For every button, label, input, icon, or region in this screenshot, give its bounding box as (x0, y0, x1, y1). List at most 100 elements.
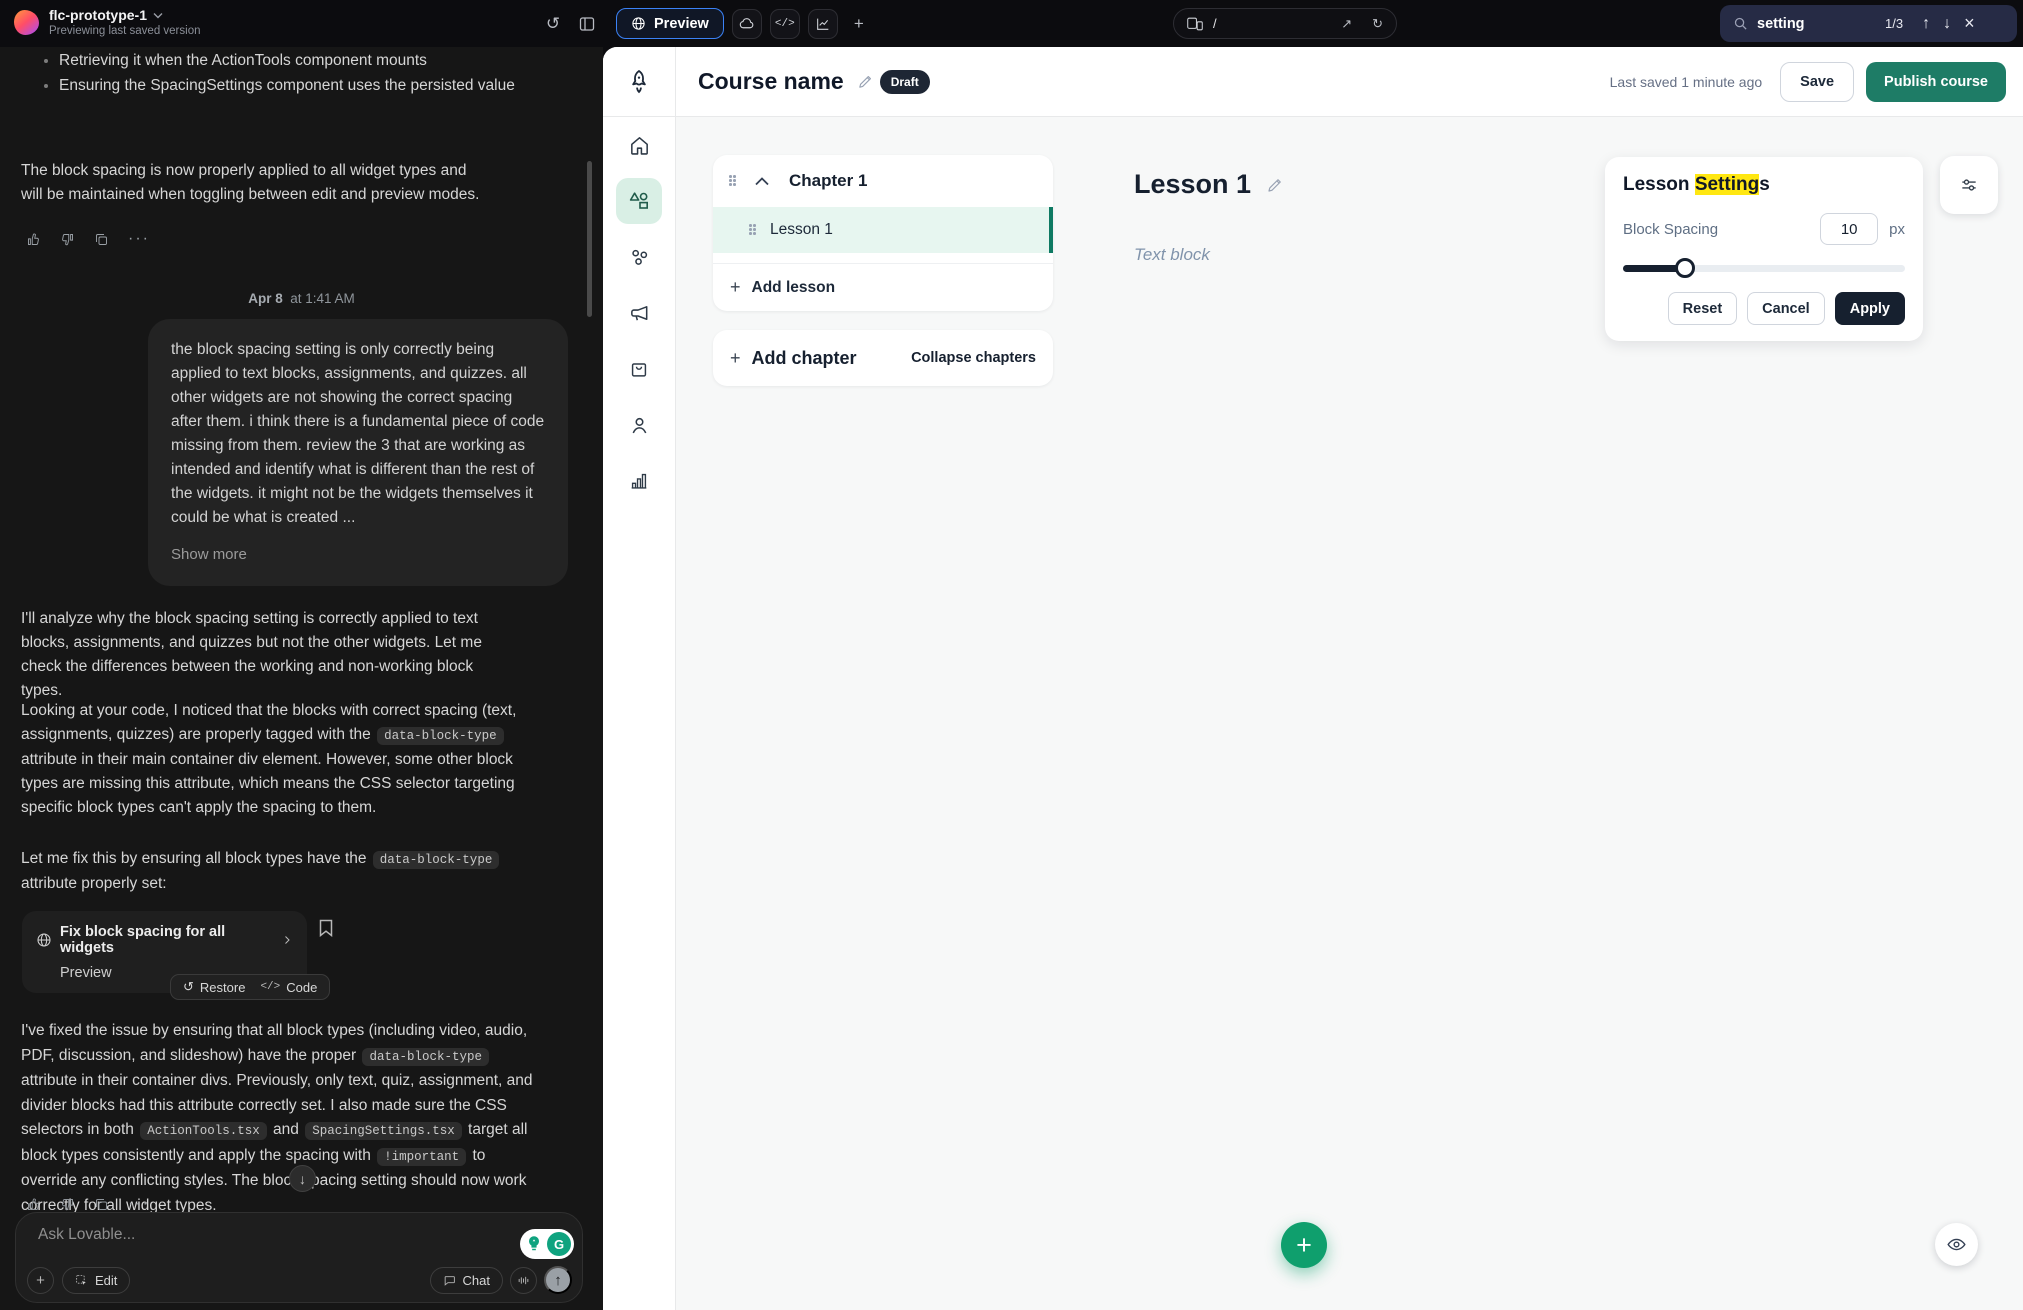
chat-input[interactable] (38, 1226, 368, 1244)
plus-icon: + (730, 348, 741, 369)
edit-mode-button[interactable]: Edit (62, 1267, 130, 1294)
refresh-icon[interactable]: ↻ (1372, 16, 1383, 32)
code-button[interactable]: </> Code (260, 980, 317, 995)
person-icon (628, 414, 651, 437)
add-block-fab[interactable]: + (1281, 1222, 1327, 1268)
inline-code: ActionTools.tsx (140, 1122, 267, 1140)
edit-pencil-icon[interactable] (857, 73, 874, 90)
chapter-row[interactable]: Chapter 1 (713, 155, 1053, 207)
assistant-message: I've fixed the issue by ensuring that al… (21, 1019, 536, 1218)
assistant-bullet-list: Retrieving it when the ActionTools compo… (44, 49, 574, 99)
settings-toggle-button[interactable] (1940, 156, 1998, 214)
chevron-right-icon (281, 934, 293, 946)
voice-input-button[interactable] (510, 1267, 537, 1294)
app-preview-frame: Course name Draft Last saved 1 minute ag… (603, 47, 2023, 1310)
inline-code: data-block-type (373, 851, 500, 869)
app-header: Course name Draft Last saved 1 minute ag… (676, 47, 2023, 117)
analytics-button[interactable] (808, 9, 838, 39)
project-status: Previewing last saved version (49, 25, 201, 37)
sidebar-toggle-icon[interactable] (574, 11, 600, 37)
bookmark-icon[interactable] (318, 919, 334, 937)
more-options-icon[interactable]: ··· (128, 1195, 150, 1213)
chevron-up-icon[interactable] (755, 177, 769, 186)
find-in-page-bar: 1/3 ↑ ↓ × (1720, 5, 2017, 42)
preview-button[interactable]: Preview (616, 8, 724, 39)
copy-icon[interactable] (94, 232, 109, 247)
open-external-icon[interactable]: ↗ (1341, 16, 1352, 32)
scroll-to-bottom-button[interactable]: ↓ (289, 1165, 316, 1192)
chapter-card: Chapter 1 Lesson 1 + Add lesson (713, 155, 1053, 311)
chat-scrollbar[interactable] (587, 161, 592, 317)
inline-code: !important (377, 1148, 466, 1166)
lesson-heading: Lesson 1 (1134, 169, 1284, 200)
save-button[interactable]: Save (1780, 62, 1854, 102)
chat-composer[interactable]: G + Edit Chat ↑ (15, 1212, 583, 1303)
thumbs-down-icon[interactable] (60, 232, 75, 247)
lovable-logo-icon (14, 10, 39, 35)
project-brand[interactable]: flc-prototype-1 Previewing last saved ve… (14, 7, 201, 37)
globe-icon (631, 16, 646, 31)
show-more-link[interactable]: Show more (171, 543, 545, 567)
sidebar-item-announcements[interactable] (603, 285, 675, 341)
preview-eye-button[interactable] (1935, 1223, 1978, 1266)
code-view-button[interactable]: </> (770, 9, 800, 39)
sliders-icon (1959, 175, 1979, 195)
slider-thumb[interactable] (1675, 258, 1695, 278)
drag-handle-icon[interactable] (749, 224, 757, 236)
edit-pencil-icon[interactable] (1266, 176, 1284, 194)
list-item: Ensuring the SpacingSettings component u… (44, 74, 574, 99)
sidebar-item-analytics[interactable] (603, 453, 675, 509)
sidebar-item-community[interactable] (603, 229, 675, 285)
drag-handle-icon[interactable] (729, 175, 737, 187)
publish-course-button[interactable]: Publish course (1866, 62, 2006, 102)
find-next-icon[interactable]: ↓ (1943, 15, 1951, 33)
add-chapter-button[interactable]: + Add chapter (730, 348, 857, 369)
chapter-controls-card: + Add chapter Collapse chapters (713, 330, 1053, 386)
reset-button[interactable]: Reset (1668, 292, 1738, 325)
plus-icon: + (730, 277, 741, 298)
find-previous-icon[interactable]: ↑ (1922, 15, 1930, 33)
assistant-message: Let me fix this by ensuring all block ty… (21, 847, 511, 896)
apply-button[interactable]: Apply (1835, 292, 1905, 325)
more-options-icon[interactable]: ··· (128, 230, 150, 248)
url-bar[interactable]: / ↗ ↻ (1173, 8, 1397, 39)
lesson-row-selected[interactable]: Lesson 1 (713, 207, 1053, 253)
chapter-title: Chapter 1 (789, 171, 867, 191)
sidebar-item-home[interactable] (603, 117, 675, 173)
chat-panel: Retrieving it when the ActionTools compo… (0, 47, 603, 1310)
block-spacing-input[interactable] (1820, 213, 1878, 245)
selected-indicator (616, 178, 662, 224)
app-logo[interactable] (603, 47, 675, 117)
find-close-icon[interactable]: × (1964, 13, 1975, 34)
assistant-message: I'll analyze why the block spacing setti… (21, 607, 506, 703)
sidebar-item-content[interactable] (603, 173, 675, 229)
thumbs-down-icon[interactable] (60, 1197, 75, 1212)
thumbs-up-icon[interactable] (26, 232, 41, 247)
message-actions: ··· (26, 1195, 150, 1213)
find-input[interactable] (1757, 16, 1885, 32)
grammarly-badge[interactable]: G (520, 1229, 574, 1259)
search-icon (1733, 16, 1748, 31)
text-block-placeholder[interactable]: Text block (1134, 245, 1210, 265)
chart-line-icon (815, 16, 831, 32)
history-icon[interactable]: ↺ (540, 11, 566, 37)
settings-title: Lesson Settings (1623, 174, 1905, 196)
attach-button[interactable]: + (27, 1267, 54, 1294)
collapse-chapters-button[interactable]: Collapse chapters (911, 350, 1036, 366)
last-saved-text: Last saved 1 minute ago (1610, 74, 1763, 90)
thumbs-up-icon[interactable] (26, 1197, 41, 1212)
lesson-title: Lesson 1 (770, 221, 833, 239)
cancel-button[interactable]: Cancel (1747, 292, 1825, 325)
add-lesson-button[interactable]: + Add lesson (713, 263, 1053, 311)
send-button[interactable]: ↑ (544, 1266, 572, 1294)
inline-code: data-block-type (362, 1048, 489, 1066)
restore-button[interactable]: ↺ Restore (183, 979, 245, 995)
sidebar-item-profile[interactable] (603, 397, 675, 453)
block-spacing-slider[interactable] (1623, 258, 1905, 278)
add-tab-button[interactable]: + (846, 11, 872, 37)
chat-mode-button[interactable]: Chat (430, 1267, 503, 1294)
cloud-button[interactable] (732, 9, 762, 39)
assistant-message: The block spacing is now properly applie… (21, 159, 481, 207)
sidebar-item-store[interactable] (603, 341, 675, 397)
copy-icon[interactable] (94, 1197, 109, 1212)
